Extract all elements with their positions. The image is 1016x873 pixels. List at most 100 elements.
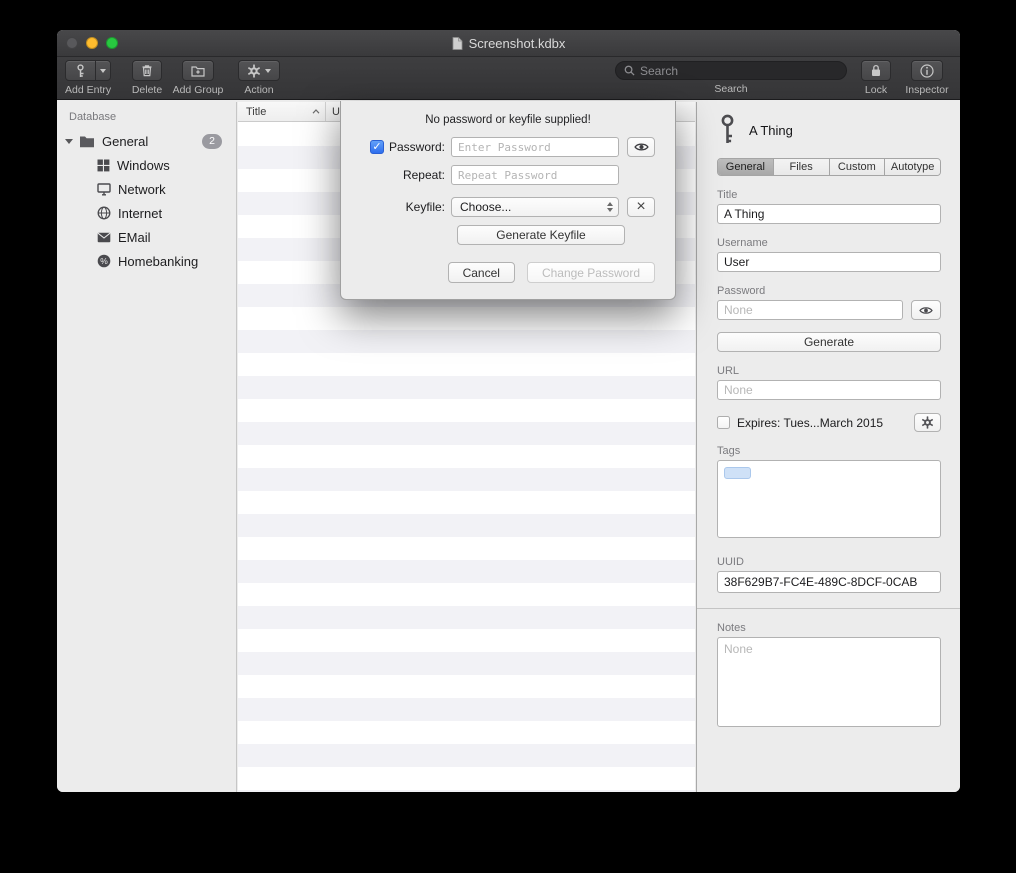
tab-custom[interactable]: Custom	[830, 159, 886, 175]
column-header-title[interactable]: Title	[238, 102, 326, 121]
password-field[interactable]	[717, 300, 903, 320]
search-field[interactable]	[615, 61, 847, 80]
tab-general[interactable]: General	[718, 159, 774, 175]
notes-field[interactable]	[717, 637, 941, 727]
password-checkbox[interactable]: ✓	[370, 140, 384, 154]
username-field[interactable]	[717, 252, 941, 272]
stepper-arrows-icon	[607, 202, 613, 213]
x-icon: ×	[636, 199, 645, 215]
tags-box[interactable]	[717, 460, 941, 538]
inspector-tabs: General Files Custom Autotype	[717, 158, 941, 176]
generate-keyfile-button[interactable]: Generate Keyfile	[457, 225, 625, 245]
chevron-down-icon	[100, 69, 106, 73]
sidebar: Database General 2 Windows	[57, 102, 237, 792]
toolbar: Add Entry Delete Add Group	[57, 57, 960, 100]
gear-icon	[247, 64, 261, 78]
generate-password-button[interactable]: Generate	[717, 332, 941, 352]
sidebar-item-network[interactable]: Network	[57, 177, 236, 201]
percent-icon: %	[97, 254, 111, 268]
add-entry-toolbar-item: Add Entry	[65, 60, 111, 96]
sidebar-item-label: Homebanking	[118, 254, 236, 269]
window-title-group: Screenshot.kdbx	[452, 36, 566, 51]
sidebar-item-email[interactable]: EMail	[57, 225, 236, 249]
tag-chip[interactable]	[724, 467, 751, 479]
tab-autotype[interactable]: Autotype	[885, 159, 940, 175]
reveal-password-button[interactable]	[627, 137, 655, 157]
password-input[interactable]	[451, 137, 619, 157]
expires-row: Expires: Tues...March 2015	[717, 413, 941, 432]
sidebar-item-homebanking[interactable]: % Homebanking	[57, 249, 236, 273]
lock-toolbar-item: Lock	[861, 60, 891, 96]
password-label: Password:	[389, 140, 445, 154]
title-field[interactable]	[717, 204, 941, 224]
envelope-icon	[97, 232, 111, 243]
app-window: Screenshot.kdbx Add Entry	[57, 30, 960, 792]
password-row	[717, 300, 941, 320]
entry-header: A Thing	[719, 114, 941, 146]
sidebar-item-windows[interactable]: Windows	[57, 153, 236, 177]
clear-keyfile-button[interactable]: ×	[627, 197, 655, 217]
sidebar-item-internet[interactable]: Internet	[57, 201, 236, 225]
search-label: Search	[714, 83, 747, 95]
traffic-lights	[66, 37, 118, 49]
action-button[interactable]	[238, 60, 280, 81]
notes-label: Notes	[717, 622, 941, 634]
zoom-button[interactable]	[106, 37, 118, 49]
sidebar-item-general[interactable]: General 2	[57, 129, 236, 153]
chevron-down-icon	[265, 69, 271, 73]
sidebar-header: Database	[57, 102, 236, 129]
inspector-divider	[697, 608, 960, 609]
add-entry-button[interactable]	[65, 60, 111, 81]
eye-icon	[634, 141, 649, 153]
delete-label: Delete	[132, 84, 162, 96]
add-group-button[interactable]	[182, 60, 214, 81]
chevron-up-icon	[312, 109, 320, 114]
add-group-toolbar-item: Add Group	[169, 60, 227, 96]
reveal-password-button[interactable]	[911, 300, 941, 320]
title-field-label: Title	[717, 189, 941, 201]
lock-label: Lock	[865, 84, 887, 96]
url-field[interactable]	[717, 380, 941, 400]
padlock-icon	[870, 64, 882, 77]
inspector-panel: A Thing General Files Custom Autotype Ti…	[696, 102, 960, 792]
expires-checkbox[interactable]	[717, 416, 730, 429]
change-password-sheet: No password or keyfile supplied! ✓ Passw…	[340, 101, 676, 300]
expires-label: Expires: Tues...March 2015	[737, 416, 907, 430]
key-icon	[719, 114, 736, 146]
sidebar-item-label: Network	[118, 182, 236, 197]
minimize-button[interactable]	[86, 37, 98, 49]
expires-settings-button[interactable]	[914, 413, 941, 432]
folder-plus-icon	[191, 65, 205, 77]
disclosure-triangle-icon[interactable]	[65, 139, 73, 144]
repeat-row: Repeat:	[341, 165, 675, 185]
close-button[interactable]	[66, 37, 78, 49]
delete-toolbar-item: Delete	[128, 60, 166, 96]
key-icon	[66, 61, 95, 80]
sheet-buttons: Cancel Change Password	[341, 262, 675, 283]
search-input[interactable]	[640, 64, 838, 78]
keyfile-value: Choose...	[460, 200, 511, 214]
change-password-button[interactable]: Change Password	[527, 262, 655, 283]
title-bar[interactable]: Screenshot.kdbx	[57, 30, 960, 57]
delete-button[interactable]	[132, 60, 162, 81]
password-field-label: Password	[717, 285, 941, 297]
uuid-label: UUID	[717, 556, 941, 568]
password-row: ✓ Password:	[341, 137, 675, 157]
inspector-button[interactable]	[911, 60, 943, 81]
window-title: Screenshot.kdbx	[469, 36, 566, 51]
action-toolbar-item: Action	[237, 60, 281, 96]
repeat-input[interactable]	[451, 165, 619, 185]
uuid-field[interactable]	[717, 571, 941, 593]
sidebar-item-label: EMail	[118, 230, 236, 245]
lock-button[interactable]	[861, 60, 891, 81]
trash-icon	[141, 64, 153, 77]
tags-label: Tags	[717, 445, 941, 457]
cancel-button[interactable]: Cancel	[448, 262, 515, 283]
add-entry-dropdown-button[interactable]	[95, 61, 110, 80]
tab-files[interactable]: Files	[774, 159, 830, 175]
add-entry-label: Add Entry	[65, 84, 111, 96]
folder-icon	[79, 135, 95, 148]
keyfile-select[interactable]: Choose...	[451, 197, 619, 217]
svg-text:%: %	[100, 256, 108, 266]
sidebar-item-label: General	[102, 134, 202, 149]
